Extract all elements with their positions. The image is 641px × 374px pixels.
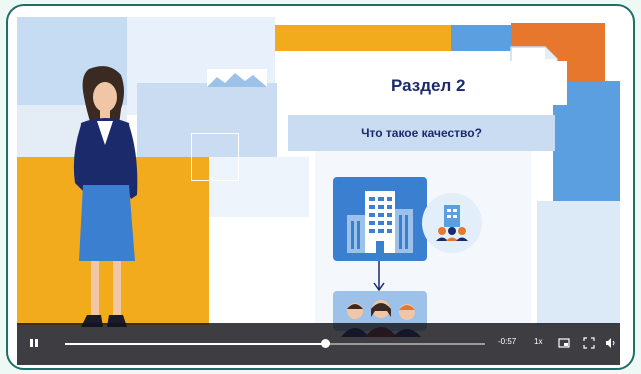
progress-handle[interactable] [321,339,331,348]
fullscreen-icon[interactable] [583,337,595,349]
team-building-icon [436,205,468,241]
bg-block-blue-top [451,25,511,51]
progress-fill [65,343,326,345]
volume-icon[interactable] [605,337,617,349]
section-title: Раздел 2 [391,76,466,95]
video-player[interactable]: Раздел 2 Что такое качество? -0:57 1x [17,17,620,365]
arrow-down-icon [373,261,385,292]
landscape-icon [207,69,267,87]
bg-block-lightblue-right [537,201,620,325]
question-text: Что такое качество? [361,126,482,140]
time-remaining: -0:57 [498,337,517,346]
pip-icon[interactable] [558,337,570,349]
player-controls: -0:57 1x [17,323,620,365]
building-icon [347,191,413,253]
progress-bar[interactable] [65,339,485,348]
decorative-frame [191,133,239,181]
bg-block-yellow-top [275,25,451,51]
presenter-illustration [73,66,138,327]
pause-icon[interactable] [28,337,40,349]
playback-speed-button[interactable]: 1x [534,337,542,346]
